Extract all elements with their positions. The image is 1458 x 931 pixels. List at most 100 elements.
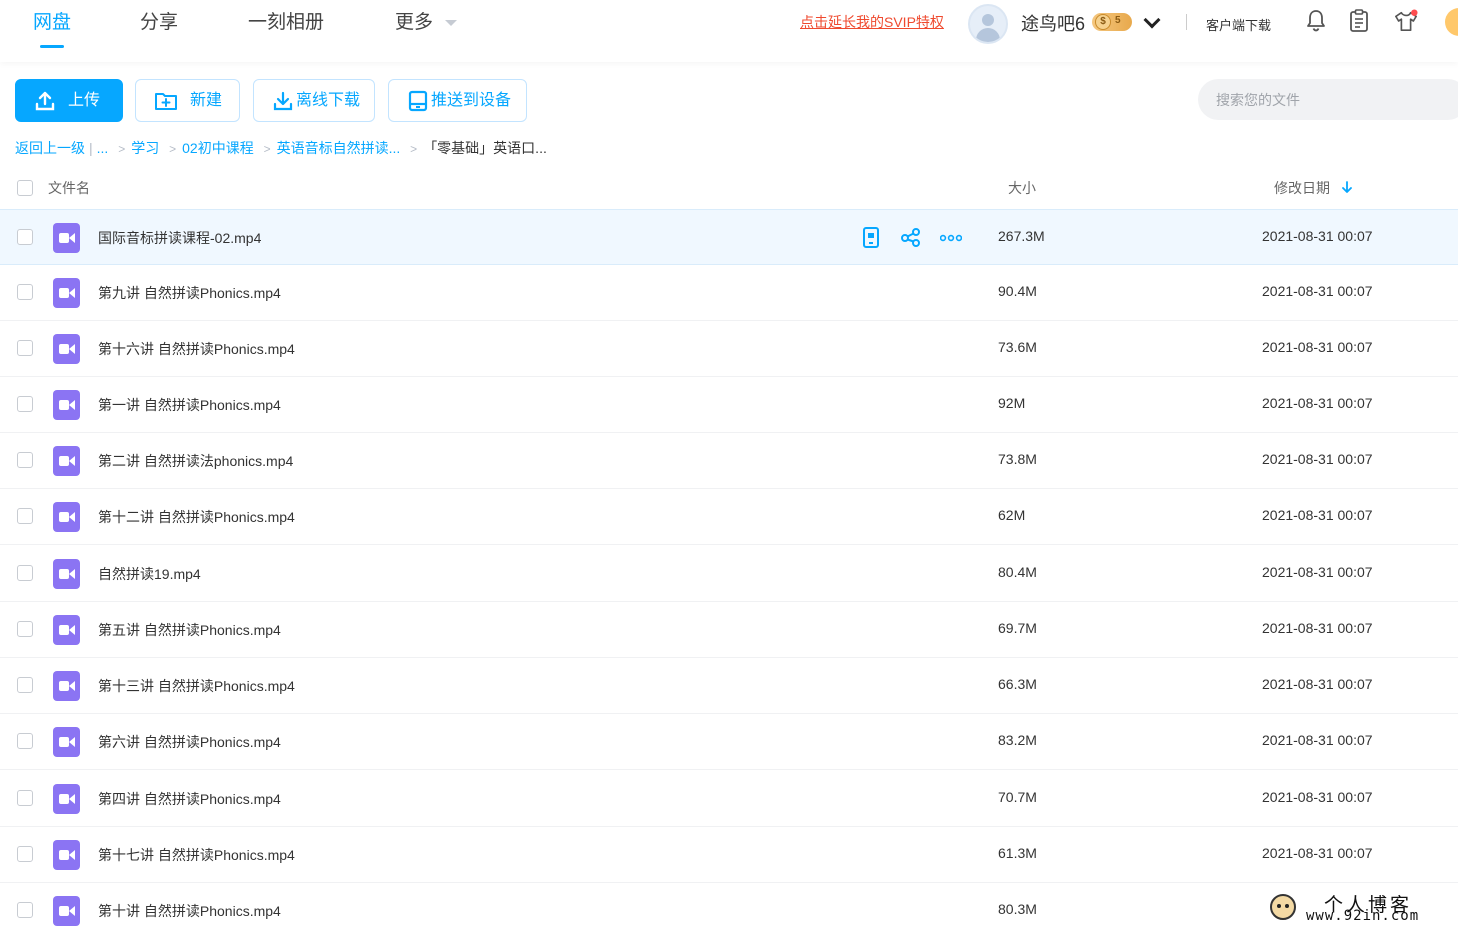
breadcrumb-item-phonics[interactable]: 英语音标自然拼读... — [277, 138, 401, 158]
file-date: 2021-08-31 00:07 — [1262, 339, 1373, 355]
new-folder-button[interactable]: 新建 — [135, 79, 240, 122]
file-size: 90.4M — [998, 283, 1037, 299]
breadcrumb-item-study[interactable]: 学习 — [131, 138, 159, 158]
breadcrumb-separator: > — [410, 142, 418, 156]
row-checkbox[interactable] — [17, 621, 33, 637]
file-name[interactable]: 第十二讲 自然拼读Phonics.mp4 — [98, 507, 295, 527]
upload-icon — [35, 91, 55, 111]
file-name[interactable]: 第五讲 自然拼读Phonics.mp4 — [98, 620, 281, 640]
table-row[interactable]: 第六讲 自然拼读Phonics.mp4 83.2M 2021-08-31 00:… — [0, 714, 1458, 770]
select-all-checkbox[interactable] — [17, 180, 33, 196]
file-name[interactable]: 自然拼读19.mp4 — [98, 564, 201, 584]
table-row[interactable]: 自然拼读19.mp4 80.4M 2021-08-31 00:07 — [0, 546, 1458, 602]
row-checkbox[interactable] — [17, 229, 33, 245]
tab-share[interactable]: 分享 — [140, 8, 178, 38]
phone-push-icon[interactable] — [862, 226, 880, 248]
row-checkbox[interactable] — [17, 565, 33, 581]
offline-download-button[interactable]: 离线下载 — [253, 79, 375, 122]
file-name[interactable]: 第十六讲 自然拼读Phonics.mp4 — [98, 339, 295, 359]
push-to-device-label: 推送到设备 — [431, 92, 512, 109]
row-checkbox[interactable] — [17, 790, 33, 806]
username[interactable]: 途鸟吧6 — [1021, 10, 1085, 36]
row-checkbox[interactable] — [17, 284, 33, 300]
row-checkbox[interactable] — [17, 452, 33, 468]
breadcrumb-item-middle-school[interactable]: 02初中课程 — [182, 138, 254, 158]
column-size-header[interactable]: 大小 — [1008, 178, 1036, 198]
column-date-header[interactable]: 修改日期 — [1274, 178, 1330, 198]
file-name[interactable]: 第二讲 自然拼读法phonics.mp4 — [98, 451, 293, 471]
side-widget-icon[interactable] — [1445, 8, 1458, 36]
share-icon[interactable] — [900, 226, 922, 248]
file-name[interactable]: 第九讲 自然拼读Phonics.mp4 — [98, 283, 281, 303]
caret-down-icon — [445, 19, 458, 26]
breadcrumb-back-link[interactable]: 返回上一级 — [15, 138, 85, 158]
chevron-down-icon[interactable] — [1143, 11, 1161, 29]
table-row[interactable]: 第十讲 自然拼读Phonics.mp4 80.3M — [0, 883, 1458, 931]
table-row[interactable]: 第四讲 自然拼读Phonics.mp4 70.7M 2021-08-31 00:… — [0, 771, 1458, 827]
row-checkbox[interactable] — [17, 677, 33, 693]
video-file-icon — [53, 278, 80, 308]
more-icon[interactable] — [940, 226, 962, 248]
file-size: 92M — [998, 395, 1026, 411]
watermark: 个人博客 www.92in.com — [1262, 888, 1458, 931]
file-name[interactable]: 第十七讲 自然拼读Phonics.mp4 — [98, 845, 295, 865]
table-row[interactable]: 第五讲 自然拼读Phonics.mp4 69.7M 2021-08-31 00:… — [0, 602, 1458, 658]
tab-more[interactable]: 更多 — [395, 8, 458, 38]
table-row[interactable]: 第一讲 自然拼读Phonics.mp4 92M 2021-08-31 00:07 — [0, 377, 1458, 433]
table-row[interactable]: 第十七讲 自然拼读Phonics.mp4 61.3M 2021-08-31 00… — [0, 827, 1458, 883]
tshirt-icon[interactable] — [1394, 8, 1418, 34]
push-to-device-button[interactable]: 推送到设备 — [388, 79, 527, 122]
video-file-icon — [53, 223, 80, 253]
row-checkbox[interactable] — [17, 396, 33, 412]
table-row[interactable]: 国际音标拼读课程-02.mp4 267.3M 2021-08-31 00:07 — [0, 209, 1458, 265]
upload-button[interactable]: 上传 — [15, 79, 123, 122]
breadcrumb-separator: > — [263, 142, 271, 156]
file-date: 2021-08-31 00:07 — [1262, 676, 1373, 692]
upload-label: 上传 — [68, 92, 101, 109]
file-name[interactable]: 第一讲 自然拼读Phonics.mp4 — [98, 395, 281, 415]
table-row[interactable]: 第十三讲 自然拼读Phonics.mp4 66.3M 2021-08-31 00… — [0, 658, 1458, 714]
new-folder-icon — [155, 93, 177, 110]
video-file-icon — [53, 840, 80, 870]
breadcrumb-ellipsis[interactable]: ... — [97, 140, 109, 156]
file-size: 80.4M — [998, 564, 1037, 580]
breadcrumb-separator: > — [169, 142, 177, 156]
tab-netdisk[interactable]: 网盘 — [33, 8, 71, 38]
table-row[interactable]: 第十六讲 自然拼读Phonics.mp4 73.6M 2021-08-31 00… — [0, 321, 1458, 377]
file-name[interactable]: 第十三讲 自然拼读Phonics.mp4 — [98, 676, 295, 696]
search-input[interactable] — [1198, 79, 1458, 120]
file-size: 80.3M — [998, 901, 1037, 917]
divider — [1186, 14, 1187, 30]
offline-download-label: 离线下载 — [296, 92, 361, 109]
table-row[interactable]: 第十二讲 自然拼读Phonics.mp4 62M 2021-08-31 00:0… — [0, 489, 1458, 545]
sort-down-icon[interactable] — [1342, 181, 1352, 194]
file-size: 61.3M — [998, 845, 1037, 861]
breadcrumb-separator: > — [118, 142, 126, 156]
watermark-url: www.92in.com — [1306, 908, 1420, 924]
device-icon — [408, 90, 428, 112]
row-checkbox[interactable] — [17, 508, 33, 524]
table-row[interactable]: 第二讲 自然拼读法phonics.mp4 73.8M 2021-08-31 00… — [0, 433, 1458, 489]
column-name-header[interactable]: 文件名 — [48, 178, 90, 198]
file-name[interactable]: 第四讲 自然拼读Phonics.mp4 — [98, 789, 281, 809]
row-checkbox[interactable] — [17, 846, 33, 862]
table-row[interactable]: 第九讲 自然拼读Phonics.mp4 90.4M 2021-08-31 00:… — [0, 265, 1458, 321]
file-name[interactable]: 第十讲 自然拼读Phonics.mp4 — [98, 901, 281, 921]
video-file-icon — [53, 502, 80, 532]
avatar[interactable] — [968, 4, 1008, 44]
clipboard-icon[interactable] — [1347, 8, 1371, 34]
file-size: 66.3M — [998, 676, 1037, 692]
vip-level-badge: $ 5 — [1092, 13, 1132, 31]
client-download-link[interactable]: 客户端下载 — [1206, 15, 1271, 34]
file-name[interactable]: 国际音标拼读课程-02.mp4 — [98, 228, 261, 248]
row-checkbox[interactable] — [17, 902, 33, 918]
file-name[interactable]: 第六讲 自然拼读Phonics.mp4 — [98, 732, 281, 752]
bell-icon[interactable] — [1304, 8, 1328, 34]
file-size: 83.2M — [998, 732, 1037, 748]
video-file-icon — [53, 671, 80, 701]
file-size: 267.3M — [998, 228, 1045, 244]
tab-moment-album[interactable]: 一刻相册 — [248, 8, 324, 38]
row-checkbox[interactable] — [17, 733, 33, 749]
svip-extend-link[interactable]: 点击延长我的SVIP特权 — [800, 12, 944, 32]
row-checkbox[interactable] — [17, 340, 33, 356]
